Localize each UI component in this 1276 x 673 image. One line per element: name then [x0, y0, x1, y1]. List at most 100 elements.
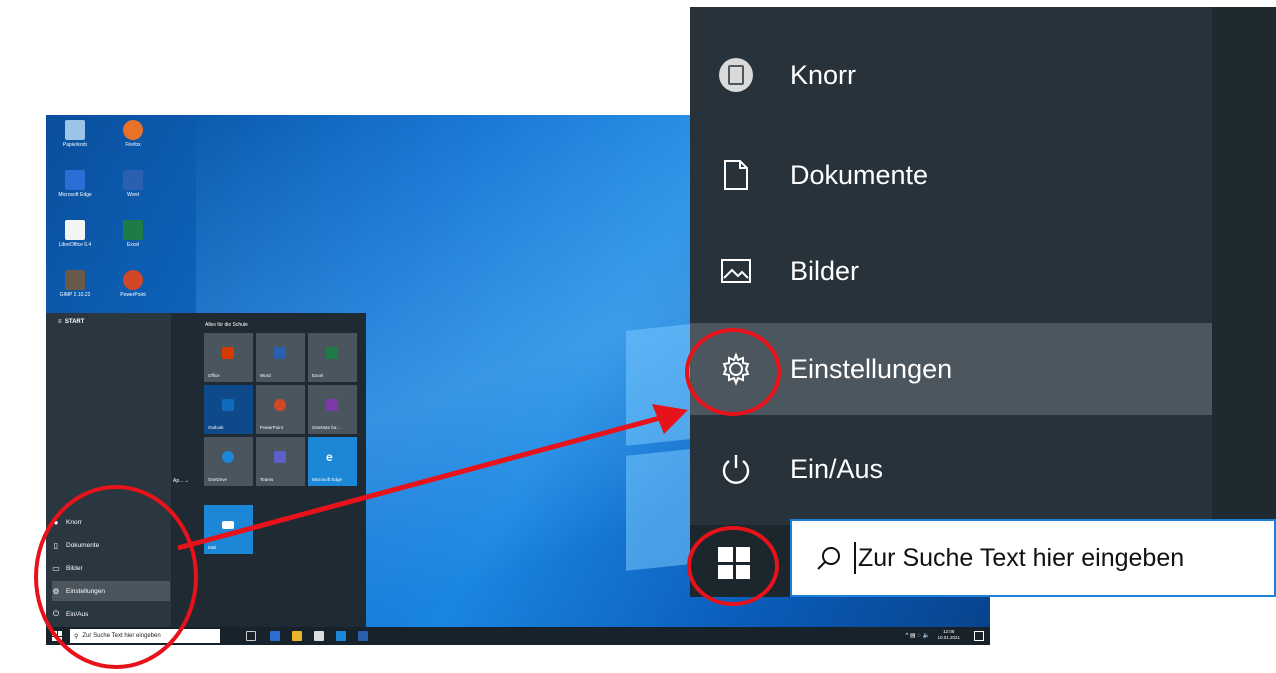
- word-icon: [274, 347, 286, 359]
- power-icon: [716, 449, 756, 489]
- zoom-right-strip: [1212, 7, 1276, 525]
- start-item-label: Knorr: [66, 518, 82, 526]
- tile-label: Outlook: [208, 425, 224, 430]
- tile-office[interactable]: Office: [204, 333, 253, 382]
- user-icon: ●: [53, 517, 59, 527]
- tile-label: OneNote for...: [312, 425, 341, 430]
- taskbar-search-box[interactable]: ⚲ Zur Suche Text hier eingeben: [70, 629, 220, 643]
- search-icon: [817, 547, 840, 570]
- file-explorer-icon[interactable]: [292, 631, 302, 641]
- search-icon: ⚲: [74, 633, 79, 640]
- tile-label: Office: [208, 373, 220, 378]
- teams-icon: [274, 451, 286, 463]
- zoom-item-documents[interactable]: Dokumente: [690, 129, 1212, 221]
- desktop-icon-word[interactable]: Word: [108, 170, 158, 198]
- desktop-icon-label: Firefox: [125, 142, 141, 148]
- tray-icons[interactable]: ^ ▤ ◌ 🔈: [905, 632, 930, 639]
- store-icon[interactable]: [314, 631, 324, 641]
- tile-word[interactable]: Word: [256, 333, 305, 382]
- start-menu-header[interactable]: ≡ START: [58, 319, 84, 325]
- start-item-documents[interactable]: ▯ Dokumente: [52, 535, 170, 555]
- notification-icon[interactable]: [974, 631, 984, 641]
- user-icon: [716, 55, 756, 95]
- desktop-icon-firefox[interactable]: Firefox: [108, 120, 158, 148]
- tile-label: PowerPoint: [260, 425, 284, 430]
- start-button[interactable]: [52, 631, 62, 641]
- clock[interactable]: 12:08 10.01.2021: [937, 629, 960, 641]
- word-icon: [123, 170, 143, 190]
- tile-outlook[interactable]: Outlook: [204, 385, 253, 434]
- start-item-label: Ein/Aus: [66, 610, 89, 618]
- desktop-icon-label: LibreOffice 6.4: [58, 242, 92, 248]
- document-icon: ▯: [53, 540, 59, 550]
- zoom-item-settings[interactable]: Einstellungen: [690, 323, 1212, 415]
- zoom-search-box[interactable]: Zur Suche Text hier eingeben: [790, 519, 1276, 597]
- tile-label: Microsoft Edge: [312, 477, 343, 482]
- word-icon[interactable]: [358, 631, 368, 641]
- text-caret: [854, 542, 856, 574]
- recycle-bin-icon: [65, 120, 85, 140]
- zoom-item-label: Einstellungen: [790, 353, 953, 384]
- onenote-icon: [326, 399, 338, 411]
- tile-onenote[interactable]: OneNote for...: [308, 385, 357, 434]
- tile-label: Excel: [312, 373, 324, 378]
- desktop-icon-libreoffice[interactable]: LibreOffice 6.4: [50, 220, 100, 248]
- pictures-icon: [716, 251, 756, 291]
- mail-icon[interactable]: [336, 631, 346, 641]
- taskbar: ⚲ Zur Suche Text hier eingeben ^ ▤ ◌ 🔈 1…: [46, 627, 990, 645]
- tile-label: OneDrive: [208, 477, 228, 482]
- zoomed-start-menu: Knorr Dokumente Bilder Einstellungen Ein…: [690, 7, 1276, 597]
- zoom-item-user[interactable]: Knorr: [690, 29, 1212, 121]
- zoom-search-placeholder: Zur Suche Text hier eingeben: [858, 543, 1185, 572]
- tile-label: Teams: [260, 477, 274, 482]
- gear-icon: [716, 349, 756, 389]
- tile-mail[interactable]: Mail: [204, 505, 253, 554]
- start-item-user[interactable]: ● Knorr: [52, 512, 170, 532]
- task-view-icon[interactable]: [246, 631, 256, 641]
- desktop-icon-powerpoint[interactable]: PowerPoint: [108, 270, 158, 298]
- desktop-icon-excel[interactable]: Excel: [108, 220, 158, 248]
- edge-icon[interactable]: [270, 631, 280, 641]
- clock-date: 10.01.2021: [937, 635, 960, 640]
- zoom-item-pictures[interactable]: Bilder: [690, 225, 1212, 317]
- zoom-item-label: Knorr: [790, 59, 857, 90]
- desktop-icon-label: Papierkorb: [62, 142, 88, 148]
- start-menu-rail: [46, 313, 171, 627]
- start-item-power[interactable]: ⏻ Ein/Aus: [52, 604, 170, 624]
- tile-powerpoint[interactable]: PowerPoint: [256, 385, 305, 434]
- start-header-label: START: [64, 319, 85, 325]
- tile-onedrive[interactable]: OneDrive: [204, 437, 253, 486]
- tile-teams[interactable]: Teams: [256, 437, 305, 486]
- taskbar-search-placeholder: Zur Suche Text hier eingeben: [82, 633, 161, 639]
- desktop-icon-label: Microsoft Edge: [58, 192, 92, 198]
- app-list-fragment: Ap... ⌄: [173, 478, 189, 484]
- start-item-pictures[interactable]: ▭ Bilder: [52, 558, 170, 578]
- desktop-icon-recycle-bin[interactable]: Papierkorb: [50, 120, 100, 148]
- windows-start-icon[interactable]: [718, 547, 750, 579]
- powerpoint-icon: [123, 270, 143, 290]
- libreoffice-icon: [65, 220, 85, 240]
- powerpoint-icon: [274, 399, 286, 411]
- excel-icon: [326, 347, 338, 359]
- start-menu: ≡ START Alles für die Schule Ap... ⌄ Off…: [46, 313, 366, 627]
- edge-icon: e: [326, 450, 333, 464]
- power-icon: ⏻: [52, 609, 60, 618]
- outlook-icon: [222, 399, 234, 411]
- edge-icon: [65, 170, 85, 190]
- gear-icon: ⚙: [52, 586, 60, 596]
- mail-icon: [222, 521, 234, 529]
- zoom-item-label: Ein/Aus: [790, 453, 884, 484]
- start-item-label: Bilder: [66, 564, 83, 572]
- pictures-icon: ▭: [52, 563, 60, 573]
- desktop-icon-edge[interactable]: Microsoft Edge: [50, 170, 100, 198]
- tile-label: Mail: [208, 545, 217, 550]
- zoom-item-label: Dokumente: [790, 159, 929, 190]
- desktop-icon-label: Excel: [126, 242, 140, 248]
- start-item-label: Dokumente: [66, 541, 100, 549]
- zoom-item-power[interactable]: Ein/Aus: [690, 423, 1212, 515]
- desktop-icon-gimp[interactable]: GIMP 2.10.22: [50, 270, 100, 298]
- start-item-label: Einstellungen: [66, 587, 106, 595]
- tile-excel[interactable]: Excel: [308, 333, 357, 382]
- start-item-settings[interactable]: ⚙ Einstellungen: [52, 581, 170, 601]
- tile-edge[interactable]: e Microsoft Edge: [308, 437, 357, 486]
